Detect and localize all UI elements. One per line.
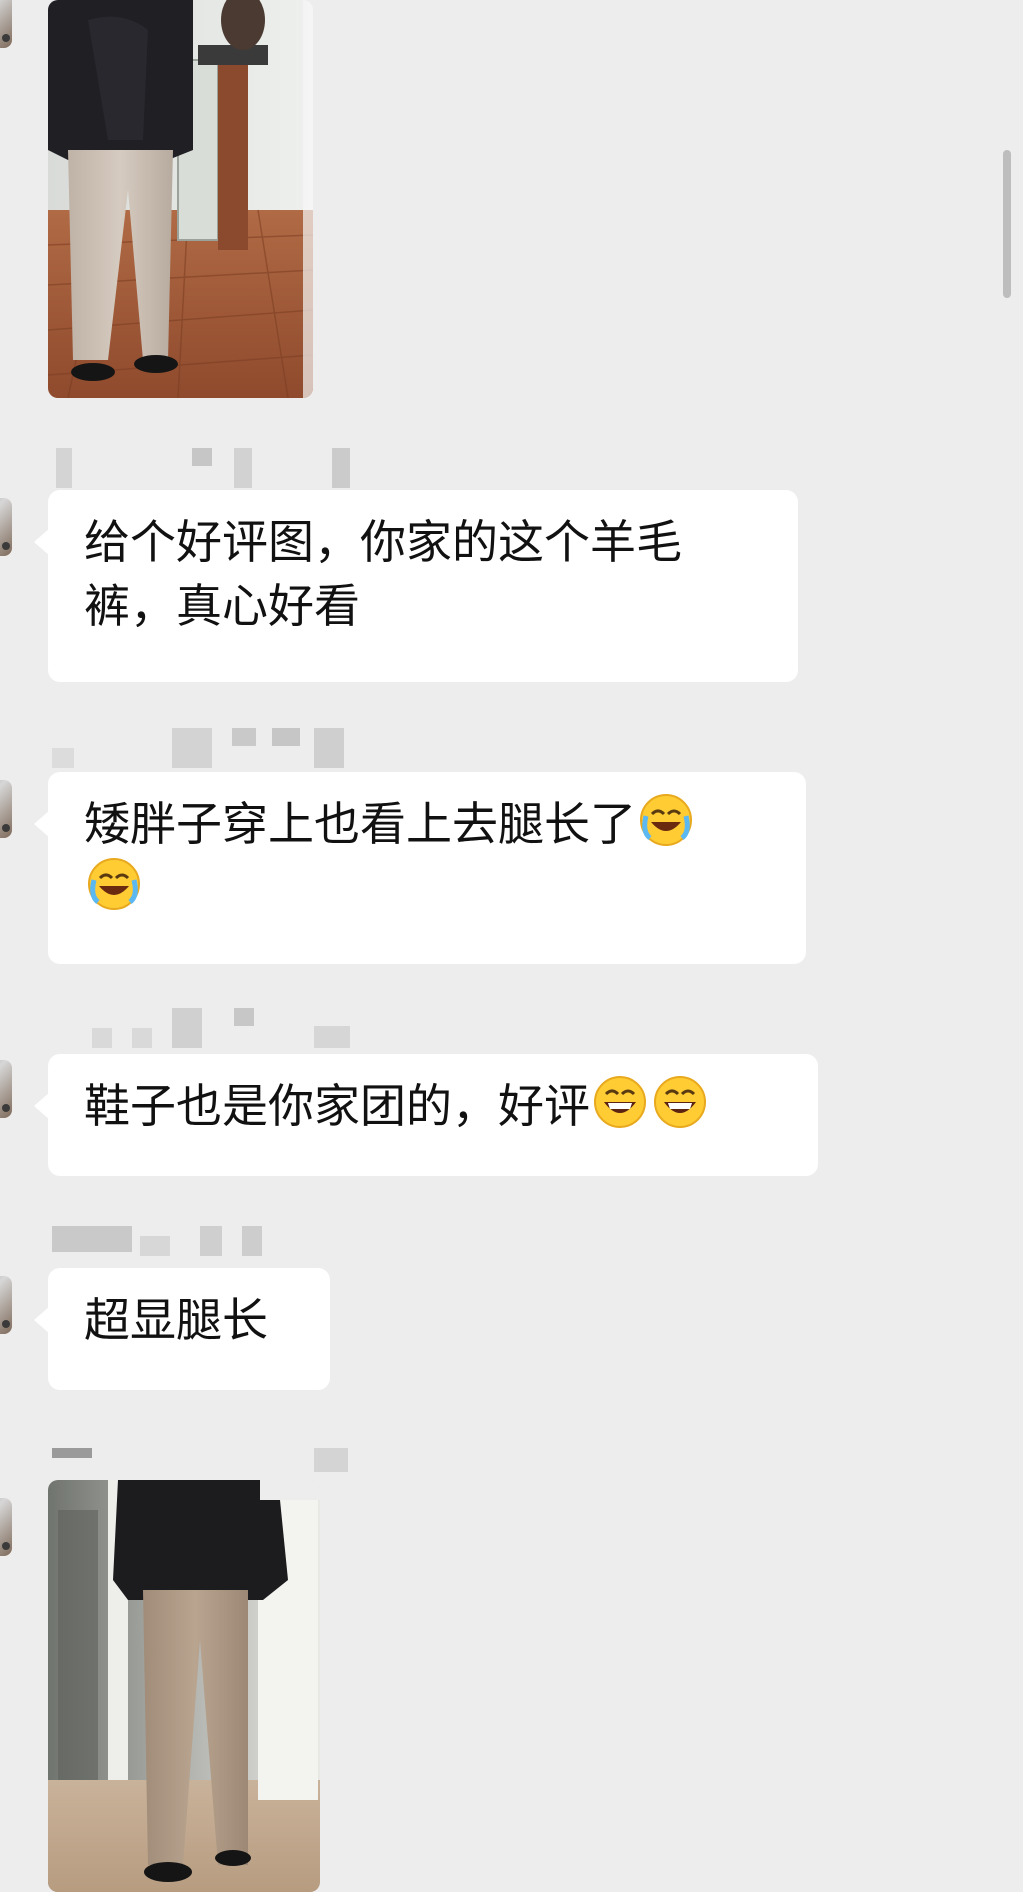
sender-name	[52, 1226, 372, 1266]
photo-top	[48, 0, 313, 398]
message-text: 鞋子也是你家团的，好评	[84, 1079, 590, 1133]
photo-bottom	[48, 1480, 320, 1892]
grinning-emoji	[654, 1076, 706, 1128]
crying-laughing-emoji	[640, 794, 692, 846]
grinning-emoji	[594, 1076, 646, 1128]
message-bubble[interactable]: 鞋子也是你家团的，好评	[34, 1054, 818, 1176]
blurred-sender-name	[52, 1008, 372, 1048]
avatar[interactable]	[0, 0, 12, 48]
image-message[interactable]	[48, 0, 313, 398]
avatar[interactable]	[0, 1498, 12, 1556]
message-bubble[interactable]: 给个好评图，你家的这个羊毛裤，真心好看	[34, 490, 798, 682]
sender-name	[52, 448, 372, 488]
chat-view[interactable]: 给个好评图，你家的这个羊毛裤，真心好看 矮胖子穿上也看上去腿长了 鞋子也是你家团…	[0, 0, 1023, 1892]
message-text: 给个好评图，你家的这个羊毛裤，真心好看	[84, 515, 682, 633]
message-bubble[interactable]: 超显腿长	[34, 1268, 330, 1390]
blurred-sender-name	[52, 448, 372, 488]
blurred-sender-name	[52, 1226, 372, 1266]
message-text: 超显腿长	[84, 1293, 268, 1347]
sender-name	[52, 728, 372, 768]
blurred-sender-name	[52, 728, 372, 768]
message-text: 矮胖子穿上也看上去腿长了	[84, 797, 636, 851]
avatar[interactable]	[0, 1060, 12, 1118]
avatar[interactable]	[0, 1276, 12, 1334]
sender-name	[52, 1008, 372, 1048]
avatar[interactable]	[0, 498, 12, 556]
message-bubble[interactable]: 矮胖子穿上也看上去腿长了	[34, 772, 806, 964]
scrollbar-thumb[interactable]	[1003, 150, 1011, 298]
image-message[interactable]	[48, 1480, 320, 1892]
avatar[interactable]	[0, 780, 12, 838]
crying-laughing-emoji	[88, 858, 140, 910]
